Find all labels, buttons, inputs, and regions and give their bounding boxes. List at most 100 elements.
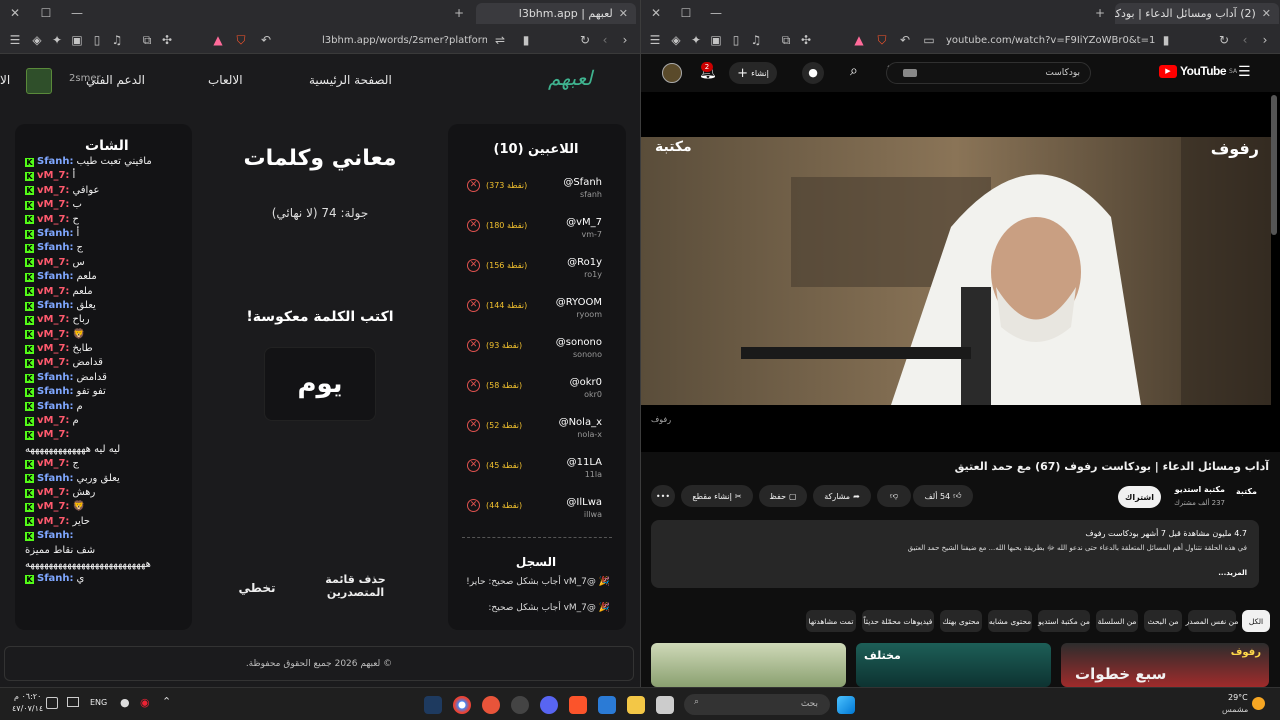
site-logo[interactable]: لعبهم [548, 66, 592, 90]
app-icon[interactable] [482, 696, 500, 714]
dislike-button[interactable]: 👎︎ [877, 485, 911, 507]
chat-username[interactable]: vM_7: [37, 428, 69, 442]
sidebar-icon[interactable]: ▯ [89, 32, 105, 48]
share-page-icon[interactable]: ↶ [258, 32, 274, 48]
windows-start-icon[interactable] [837, 696, 855, 714]
voice-search-icon[interactable]: ● [802, 62, 824, 84]
steam-icon[interactable] [424, 696, 442, 714]
microphone-icon[interactable]: ● [120, 696, 130, 709]
remove-player-icon[interactable]: ✕ [467, 379, 480, 392]
chat-username[interactable]: Sfanh: [37, 241, 74, 255]
chat-username[interactable]: vM_7: [37, 328, 69, 342]
remove-player-icon[interactable]: ✕ [467, 179, 480, 192]
nav-games[interactable]: الالعاب [208, 73, 243, 87]
related-thumbnail[interactable]: مختلف [856, 643, 1051, 687]
save-button[interactable]: ▢ حفظ [759, 485, 807, 507]
reload-icon[interactable]: ↻ [577, 32, 593, 48]
brave-shield-icon[interactable]: ⛉ [233, 32, 249, 48]
chat-username[interactable]: vM_7: [37, 515, 69, 529]
filter-chip[interactable]: محتوى مشابه [988, 610, 1032, 632]
chrome-icon[interactable] [453, 696, 471, 714]
cast-icon[interactable]: ▭ [921, 32, 937, 48]
filter-chip[interactable]: محتوى بهتك [940, 610, 982, 632]
tab-close-icon[interactable]: ✕ [619, 7, 628, 20]
hamburger-icon[interactable]: ☰ [1238, 64, 1251, 80]
maximize-icon[interactable]: ☐ [677, 4, 695, 22]
subscribe-button[interactable]: اشتراك [1118, 486, 1161, 508]
screenshot-icon[interactable]: ⧉ [139, 32, 155, 48]
wallet-icon[interactable]: ▣ [708, 32, 724, 48]
filter-chip[interactable]: من مكتبة استديو [1038, 610, 1090, 632]
triangle-icon[interactable]: ▲ [210, 32, 226, 48]
nav-more[interactable]: الا [0, 73, 10, 87]
site-settings-icon[interactable]: ⇌ [492, 32, 508, 48]
create-button[interactable]: إنشاء + [729, 62, 777, 84]
screenshot-icon[interactable]: ⧉ [778, 32, 794, 48]
chat-username[interactable]: Sfanh: [37, 385, 74, 399]
chat-username[interactable]: Sfanh: [37, 472, 74, 486]
chat-username[interactable]: Sfanh: [37, 299, 74, 313]
chat-username[interactable]: vM_7: [37, 313, 69, 327]
filter-chip[interactable]: الكل [1242, 610, 1270, 632]
chat-username[interactable]: Sfanh: [37, 155, 74, 169]
puzzle-icon[interactable]: ✣ [798, 32, 814, 48]
video-frame[interactable]: رفوف مكتبة [641, 137, 1271, 405]
tab-youtube[interactable]: ✕ (2) آداب ومسائل الدعاء | بودكا [1115, 3, 1279, 24]
file-explorer-icon[interactable] [627, 696, 645, 714]
back-icon[interactable]: ‹ [1237, 32, 1253, 48]
search-icon[interactable]: ⌕ [850, 63, 858, 79]
chat-username[interactable]: vM_7: [37, 256, 69, 270]
taskbar-search[interactable]: بحث ⌕ [684, 694, 830, 715]
remove-player-icon[interactable]: ✕ [467, 299, 480, 312]
shield-icon[interactable]: ◈ [29, 32, 45, 48]
menu-icon[interactable]: ☰ [7, 32, 23, 48]
filter-chip[interactable]: من السلسلة [1096, 610, 1138, 632]
minimize-icon[interactable]: — [707, 4, 725, 22]
chat-username[interactable]: vM_7: [37, 486, 69, 500]
menu-icon[interactable]: ☰ [647, 32, 663, 48]
reload-icon[interactable]: ↻ [1216, 32, 1232, 48]
user-avatar[interactable] [26, 68, 52, 94]
brave-shield-icon[interactable]: ⛉ [874, 32, 890, 48]
chat-username[interactable]: vM_7: [37, 213, 69, 227]
clock-time[interactable]: ٠٦:٢٠ م [14, 692, 41, 701]
share-button[interactable]: ➦ مشاركة [813, 485, 871, 507]
tray-chevron-icon[interactable]: ⌃ [162, 695, 171, 708]
forward-icon[interactable]: › [1257, 32, 1273, 48]
bookmark-icon[interactable]: ▮ [1158, 32, 1174, 48]
music-icon[interactable]: ♫ [748, 32, 764, 48]
chat-username[interactable]: vM_7: [37, 457, 69, 471]
related-thumbnail[interactable] [651, 643, 846, 687]
remove-player-icon[interactable]: ✕ [467, 219, 480, 232]
minimize-icon[interactable]: — [68, 4, 86, 22]
chat-username[interactable]: Sfanh: [37, 371, 74, 385]
new-tab-icon[interactable]: + [1091, 4, 1109, 22]
brave-icon[interactable] [569, 696, 587, 714]
filter-chip[interactable]: تمت مشاهدتها [806, 610, 856, 632]
video-description[interactable]: 4.7 مليون مشاهدة قبل 7 أشهر بودكاست رفوف… [651, 520, 1259, 588]
chat-username[interactable]: vM_7: [37, 356, 69, 370]
triangle-icon[interactable]: ▲ [851, 32, 867, 48]
share-page-icon[interactable]: ↶ [897, 32, 913, 48]
remove-player-icon[interactable]: ✕ [467, 499, 480, 512]
puzzle-icon[interactable]: ✣ [159, 32, 175, 48]
discord-icon[interactable] [540, 696, 558, 714]
forward-icon[interactable]: › [617, 32, 633, 48]
youtube-logo[interactable]: ▶ YouTube SA [1159, 64, 1237, 78]
notifications-tray-icon[interactable] [46, 697, 58, 709]
filter-chip[interactable]: من البحث [1144, 610, 1182, 632]
language-indicator[interactable]: ENG [90, 698, 107, 707]
channel-logo[interactable]: مكتبة [1236, 487, 1260, 503]
nav-home[interactable]: الصفحة الرئيسية [309, 73, 392, 87]
chat-username[interactable]: Sfanh: [37, 572, 74, 586]
skip-button[interactable]: تخطي [232, 581, 282, 595]
remove-player-icon[interactable]: ✕ [467, 419, 480, 432]
new-tab-icon[interactable]: + [450, 4, 468, 22]
search-chip[interactable] [903, 69, 917, 77]
extension-icon[interactable]: ✦ [688, 32, 704, 48]
chat-message-list[interactable]: K Sfanh: مافيني تعبت طيب KvM_7: أ KvM_7: عوافي… [25, 155, 193, 625]
store-icon[interactable] [598, 696, 616, 714]
network-icon[interactable]: ◉ [140, 696, 150, 709]
description-more[interactable]: ...المزيد [1218, 569, 1247, 577]
scrollbar[interactable] [1271, 95, 1277, 235]
